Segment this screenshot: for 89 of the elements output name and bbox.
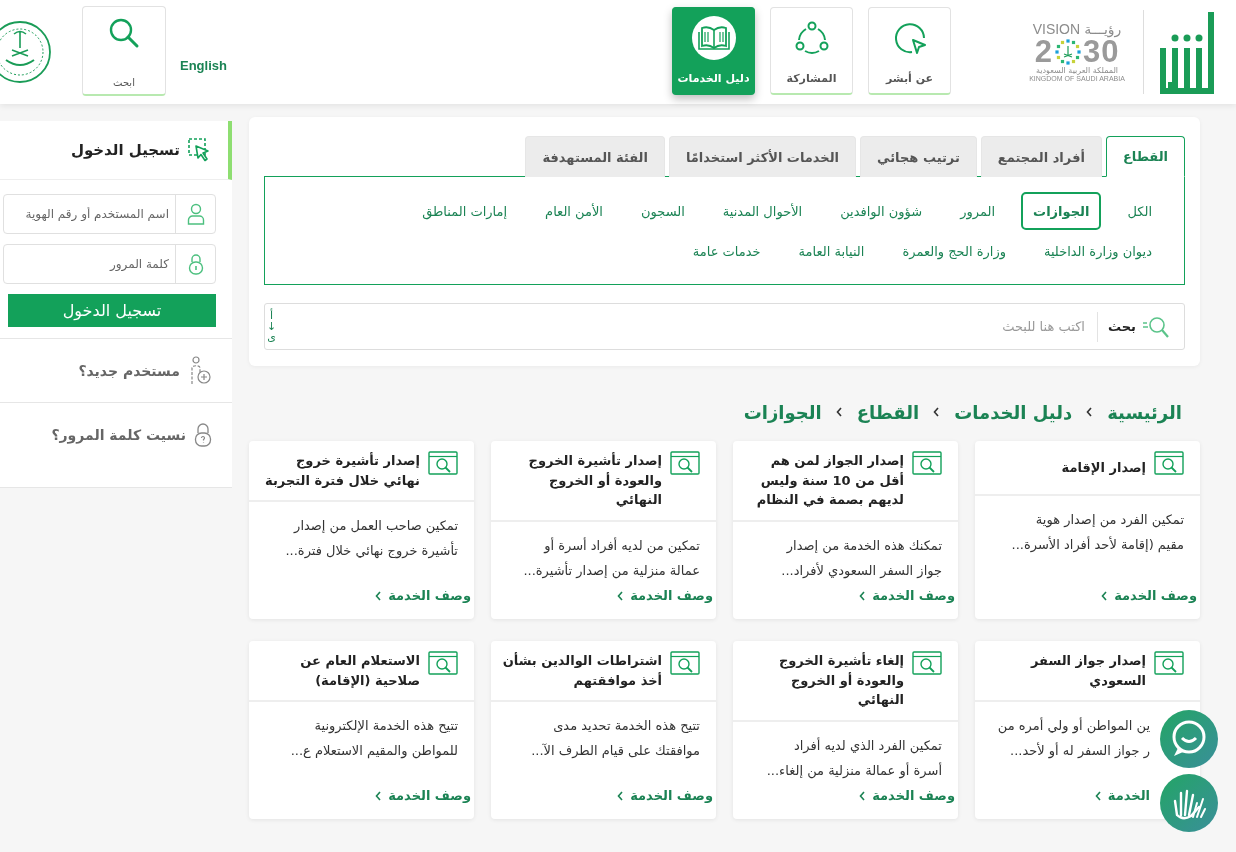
language-link[interactable]: English xyxy=(180,58,227,73)
tab[interactable]: الفئة المستهدفة xyxy=(525,136,665,177)
search-input[interactable]: اكتب هنا للبحث xyxy=(278,304,1087,349)
browser-search-icon xyxy=(1154,651,1184,677)
browser-search-icon xyxy=(912,651,942,677)
add-user-icon xyxy=(188,355,212,386)
nav-button[interactable]: المشاركة xyxy=(770,7,853,95)
service-description: ين المواطن أو ولي أمره من xyxy=(996,716,1150,735)
account-link[interactable]: مستخدم جديد؟ xyxy=(0,338,232,402)
service-details-link[interactable]: وصف الخدمة xyxy=(1101,588,1197,603)
service-details-link[interactable]: وصف الخدمة xyxy=(617,588,713,603)
network-icon xyxy=(793,20,830,56)
service-description: تمكين الفرد الذي لديه أفراد xyxy=(792,736,942,755)
chevron-icon xyxy=(859,590,867,601)
tab[interactable]: الخدمات الأكثر استخدامًا xyxy=(668,136,857,177)
search-field[interactable]: بحث اكتب هنا للبحث أ ↓ ى xyxy=(264,303,1185,350)
chevron-icon xyxy=(617,790,625,801)
service-description: تتيح هذه الخدمة تحديد مدى xyxy=(552,717,700,735)
lock-icon xyxy=(187,253,204,275)
service-details-link[interactable]: وصف الخدمة xyxy=(859,588,955,603)
service-description: ر جواز السفر له أو لأحد... xyxy=(1009,741,1150,760)
emblem-icon xyxy=(1052,36,1083,67)
service-description: تتيح هذه الخدمة الإلكترونية xyxy=(313,717,458,735)
nav-button[interactable]: دليل الخدمات xyxy=(672,7,755,95)
service-description: جواز السفر السعودي لأفراد... xyxy=(780,561,942,580)
login-title: تسجيل الدخول xyxy=(70,141,180,159)
chevron-icon xyxy=(933,407,941,417)
service-details-link[interactable]: الخدمة xyxy=(1094,788,1150,803)
service-description: عمالة منزلية من إصدار تأشيرة... xyxy=(522,560,700,580)
service-description: للمواطن والمقيم الاستعلام ع... xyxy=(289,742,458,760)
browser-search-icon xyxy=(428,651,458,677)
search-icon xyxy=(1142,314,1170,339)
nav-button[interactable]: عن أبشر xyxy=(868,7,951,95)
service-title: إصدار جواز السفر السعودي xyxy=(1029,652,1146,690)
service-title: إصدار تأشيرة خروج نهائي خلال فترة التجربة xyxy=(264,451,420,490)
password-input[interactable]: كلمة المرور xyxy=(4,245,175,283)
sort-toggle[interactable]: أ ↓ ى xyxy=(265,310,279,343)
chevron-icon xyxy=(835,407,843,417)
login-button[interactable]: تسجيل الدخول xyxy=(8,294,216,327)
breadcrumb-link[interactable]: الرئيسية xyxy=(1107,401,1182,423)
service-description: أسرة أو عمالة منزلية من إلغاء... xyxy=(765,761,942,780)
search-label: بحث xyxy=(1108,319,1136,334)
search-icon xyxy=(108,17,140,49)
service-description: تمكين صاحب العمل من إصدار xyxy=(292,517,458,535)
sector-filter[interactable]: الجوازات xyxy=(1021,192,1102,230)
password-field[interactable]: كلمة المرور xyxy=(3,244,216,284)
service-title: إصدار الجواز لمن هم أقل من 10 سنة وليس لديهم بصمة في النظام xyxy=(755,452,904,510)
service-details-link[interactable]: وصف الخدمة xyxy=(859,788,955,803)
cursor-select-icon xyxy=(188,138,210,162)
service-details-link[interactable]: وصف الخدمة xyxy=(375,588,471,603)
service-description: تأشيرة خروج نهائي خلال فترة... xyxy=(284,541,458,560)
browser-search-icon xyxy=(428,451,458,477)
service-description: تمكنك هذه الخدمة من إصدار xyxy=(785,536,942,555)
account-link[interactable]: نسيت كلمة المرور؟ xyxy=(0,402,232,466)
browser-search-icon xyxy=(670,451,700,477)
sign-language-button[interactable] xyxy=(1160,774,1218,832)
chevron-icon xyxy=(859,790,867,801)
book-icon xyxy=(697,24,730,52)
support-button[interactable] xyxy=(1160,710,1218,768)
chevron-icon xyxy=(1094,790,1102,801)
chevron-icon xyxy=(375,790,383,801)
service-description: مقيم (إقامة لأحد أفراد الأسرة... xyxy=(1010,535,1184,554)
search-button[interactable]: ابحث xyxy=(82,6,166,96)
service-details-link[interactable]: وصف الخدمة xyxy=(617,788,713,803)
breadcrumb-link[interactable]: الجوازات xyxy=(743,401,822,423)
chevron-icon xyxy=(617,590,625,601)
service-description: تمكين من لديه أفراد أسرة أو xyxy=(542,536,700,555)
emblem-logo xyxy=(0,20,52,84)
browser-search-icon xyxy=(670,651,700,677)
breadcrumb-link[interactable]: القطاع xyxy=(856,401,920,423)
tab[interactable]: أفراد المجتمع xyxy=(980,136,1102,177)
service-title: إصدار تأشيرة الخروج والعودة أو الخروج النهائي xyxy=(527,451,662,509)
chevron-icon xyxy=(1086,407,1094,417)
breadcrumb-link[interactable]: دليل الخدمات xyxy=(954,401,1073,423)
service-title: اشتراطات الوالدين بشأن أخذ موافقتهم xyxy=(501,651,662,690)
service-details-link[interactable]: وصف الخدمة xyxy=(375,788,471,803)
chevron-icon xyxy=(1101,590,1109,601)
tab[interactable]: ترتيب هجائي xyxy=(860,136,977,177)
chevron-icon xyxy=(375,590,383,601)
browser-search-icon xyxy=(1154,451,1184,477)
service-description: موافقتك على قيام الطرف الآ... xyxy=(530,742,700,760)
service-title: إلغاء تأشيرة الخروج والعودة أو الخروج النهائي xyxy=(777,651,904,709)
service-title: الاستعلام العام عن صلاحية (الإقامة) xyxy=(299,652,420,690)
service-description: تمكين الفرد من إصدار هوية xyxy=(1034,511,1184,529)
tab[interactable]: القطاع xyxy=(1105,136,1185,177)
user-icon xyxy=(186,203,205,225)
browser-search-icon xyxy=(912,451,942,477)
service-title: إصدار الإقامة xyxy=(1061,458,1146,477)
lock-icon xyxy=(194,422,212,447)
